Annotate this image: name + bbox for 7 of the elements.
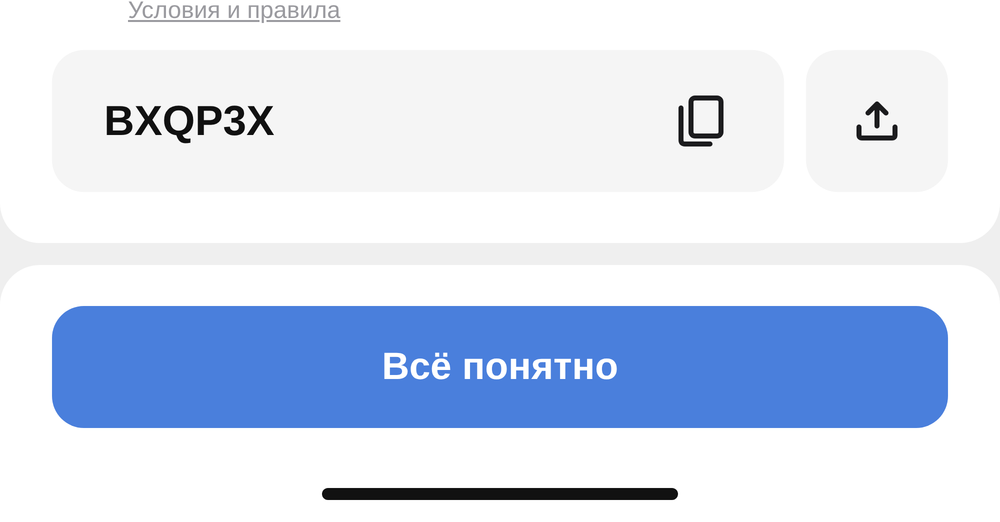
- confirm-button[interactable]: Всё понятно: [52, 306, 948, 428]
- share-button[interactable]: [806, 50, 948, 192]
- terms-link[interactable]: Условия и правила: [128, 0, 340, 24]
- promo-code: BXQP3X: [104, 97, 274, 145]
- share-icon: [856, 101, 898, 141]
- promo-code-field[interactable]: BXQP3X: [52, 50, 784, 192]
- copy-icon[interactable]: [678, 95, 724, 147]
